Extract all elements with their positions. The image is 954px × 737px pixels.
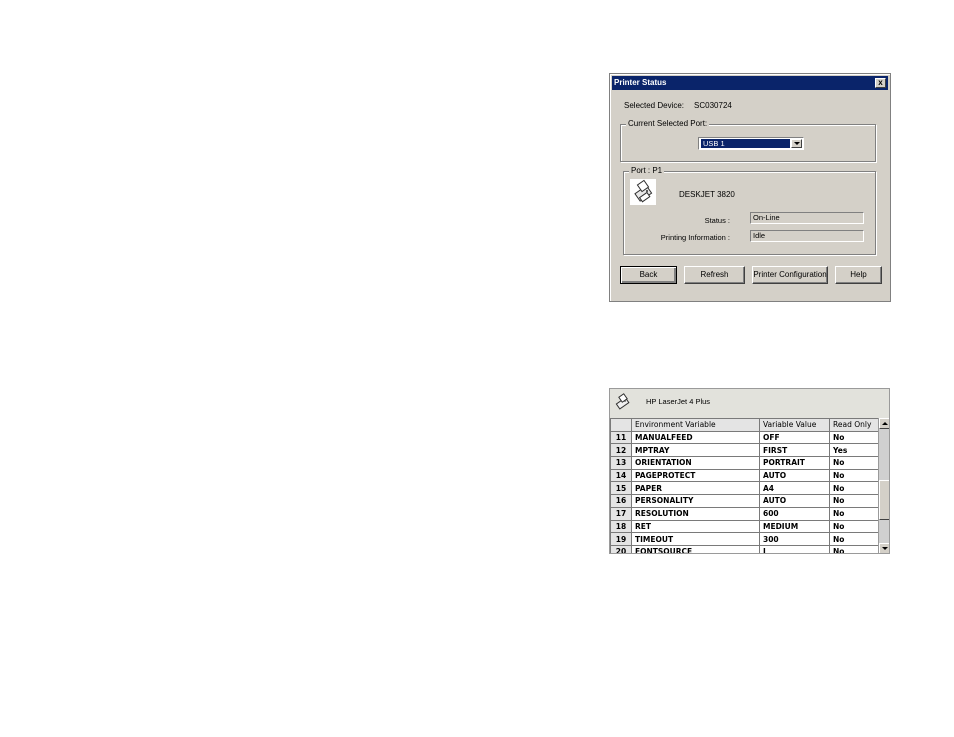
row-number: 13 xyxy=(610,456,632,470)
panel-header: HP LaserJet 4 Plus xyxy=(610,389,889,418)
value-cell[interactable]: I xyxy=(759,544,830,553)
table-row[interactable]: 16 PERSONALITY AUTO No xyxy=(610,494,879,508)
help-button[interactable]: Help xyxy=(835,266,882,284)
column-header-value[interactable]: Variable Value xyxy=(759,418,830,432)
value-cell[interactable]: 600 xyxy=(759,506,830,521)
table-row[interactable]: 12 MPTRAY FIRST Yes xyxy=(610,443,879,458)
vertical-scrollbar[interactable] xyxy=(878,418,889,553)
printer-icon xyxy=(614,393,632,411)
close-icon: x xyxy=(878,78,883,87)
table-row[interactable]: 15 PAPER A4 No xyxy=(610,481,879,496)
variable-cell[interactable]: RET xyxy=(631,519,760,534)
printing-info-value: Idle xyxy=(750,230,864,242)
value-cell[interactable]: A4 xyxy=(759,481,830,496)
table-row[interactable]: 13 ORIENTATION PORTRAIT No xyxy=(610,456,879,470)
chevron-down-icon[interactable] xyxy=(791,139,802,148)
variable-cell[interactable]: RESOLUTION xyxy=(631,506,760,521)
row-number: 14 xyxy=(610,468,632,483)
readonly-cell[interactable]: No xyxy=(829,506,879,521)
printer-status-dialog: Printer Status x Selected Device: SC03072… xyxy=(609,73,891,302)
table-row[interactable]: 11 MANUALFEED OFF No xyxy=(610,430,879,445)
row-number: 18 xyxy=(610,519,632,534)
port-select[interactable]: USB 1 xyxy=(698,137,804,150)
variable-cell[interactable]: ORIENTATION xyxy=(631,456,760,470)
status-label: Status : xyxy=(704,216,730,225)
value-cell[interactable]: OFF xyxy=(759,430,830,445)
column-header-variable[interactable]: Environment Variable xyxy=(631,418,760,432)
device-name: DESKJET 3820 xyxy=(679,190,735,199)
row-number: 17 xyxy=(610,506,632,521)
table-row[interactable]: 17 RESOLUTION 600 No xyxy=(610,506,879,521)
row-number: 15 xyxy=(610,481,632,496)
dialog-titlebar[interactable]: Printer Status x xyxy=(612,76,888,90)
port-p1-group: Port : P1 DESKJET 3820 Status : On-Line … xyxy=(623,166,876,255)
value-cell[interactable]: AUTO xyxy=(759,494,830,508)
readonly-cell[interactable]: No xyxy=(829,494,879,508)
port-select-value: USB 1 xyxy=(700,138,791,149)
variable-cell[interactable]: MPTRAY xyxy=(631,443,760,458)
environment-variables-panel: HP LaserJet 4 Plus Environment Variable … xyxy=(609,388,890,554)
corner-cell[interactable] xyxy=(610,418,632,432)
printer-configuration-button[interactable]: Printer Configuration xyxy=(752,266,828,284)
current-port-group: Current Selected Port: USB 1 xyxy=(620,119,876,162)
table-row[interactable]: 14 PAGEPROTECT AUTO No xyxy=(610,468,879,483)
close-button[interactable]: x xyxy=(875,78,886,88)
selected-device-label: Selected Device: xyxy=(624,101,685,110)
readonly-cell[interactable]: No xyxy=(829,430,879,445)
table-row[interactable]: 18 RET MEDIUM No xyxy=(610,519,879,534)
readonly-cell[interactable]: No xyxy=(829,468,879,483)
table-row[interactable]: 20 FONTSOURCE I No xyxy=(610,544,879,553)
row-number: 12 xyxy=(610,443,632,458)
scroll-thumb[interactable] xyxy=(879,480,889,520)
variable-cell[interactable]: PAPER xyxy=(631,481,760,496)
scroll-up-arrow-icon[interactable] xyxy=(879,418,889,429)
printer-model-name: HP LaserJet 4 Plus xyxy=(646,397,711,406)
readonly-cell[interactable]: No xyxy=(829,481,879,496)
scroll-down-arrow-icon[interactable] xyxy=(879,543,889,553)
value-cell[interactable]: FIRST xyxy=(759,443,830,458)
dialog-title: Printer Status xyxy=(614,78,667,87)
readonly-cell[interactable]: Yes xyxy=(829,443,879,458)
row-number: 11 xyxy=(610,430,632,445)
status-value: On-Line xyxy=(750,212,864,224)
variable-cell[interactable]: FONTSOURCE xyxy=(631,544,760,553)
selected-device-row: Selected Device: SC030724 xyxy=(624,101,732,110)
column-header-readonly[interactable]: Read Only xyxy=(829,418,879,432)
readonly-cell[interactable]: No xyxy=(829,519,879,534)
readonly-cell[interactable]: No xyxy=(829,544,879,553)
variable-cell[interactable]: PERSONALITY xyxy=(631,494,760,508)
row-number: 16 xyxy=(610,494,632,508)
readonly-cell[interactable]: No xyxy=(829,456,879,470)
selected-device-value: SC030724 xyxy=(694,101,732,110)
table-header-row: Environment Variable Variable Value Read… xyxy=(610,418,879,432)
port-p1-group-label: Port : P1 xyxy=(629,166,665,176)
current-port-group-label: Current Selected Port: xyxy=(626,119,710,129)
printer-icon xyxy=(630,179,656,205)
value-cell[interactable]: 300 xyxy=(759,532,830,546)
printing-info-label: Printing Information : xyxy=(660,233,730,242)
value-cell[interactable]: AUTO xyxy=(759,468,830,483)
back-button[interactable]: Back xyxy=(620,266,677,284)
value-cell[interactable]: PORTRAIT xyxy=(759,456,830,470)
variable-cell[interactable]: MANUALFEED xyxy=(631,430,760,445)
refresh-button[interactable]: Refresh xyxy=(684,266,745,284)
variable-cell[interactable]: PAGEPROTECT xyxy=(631,468,760,483)
table-row[interactable]: 19 TIMEOUT 300 No xyxy=(610,532,879,546)
readonly-cell[interactable]: No xyxy=(829,532,879,546)
variable-cell[interactable]: TIMEOUT xyxy=(631,532,760,546)
row-number: 20 xyxy=(610,544,632,553)
row-number: 19 xyxy=(610,532,632,546)
environment-variable-table: Environment Variable Variable Value Read… xyxy=(610,418,879,553)
value-cell[interactable]: MEDIUM xyxy=(759,519,830,534)
